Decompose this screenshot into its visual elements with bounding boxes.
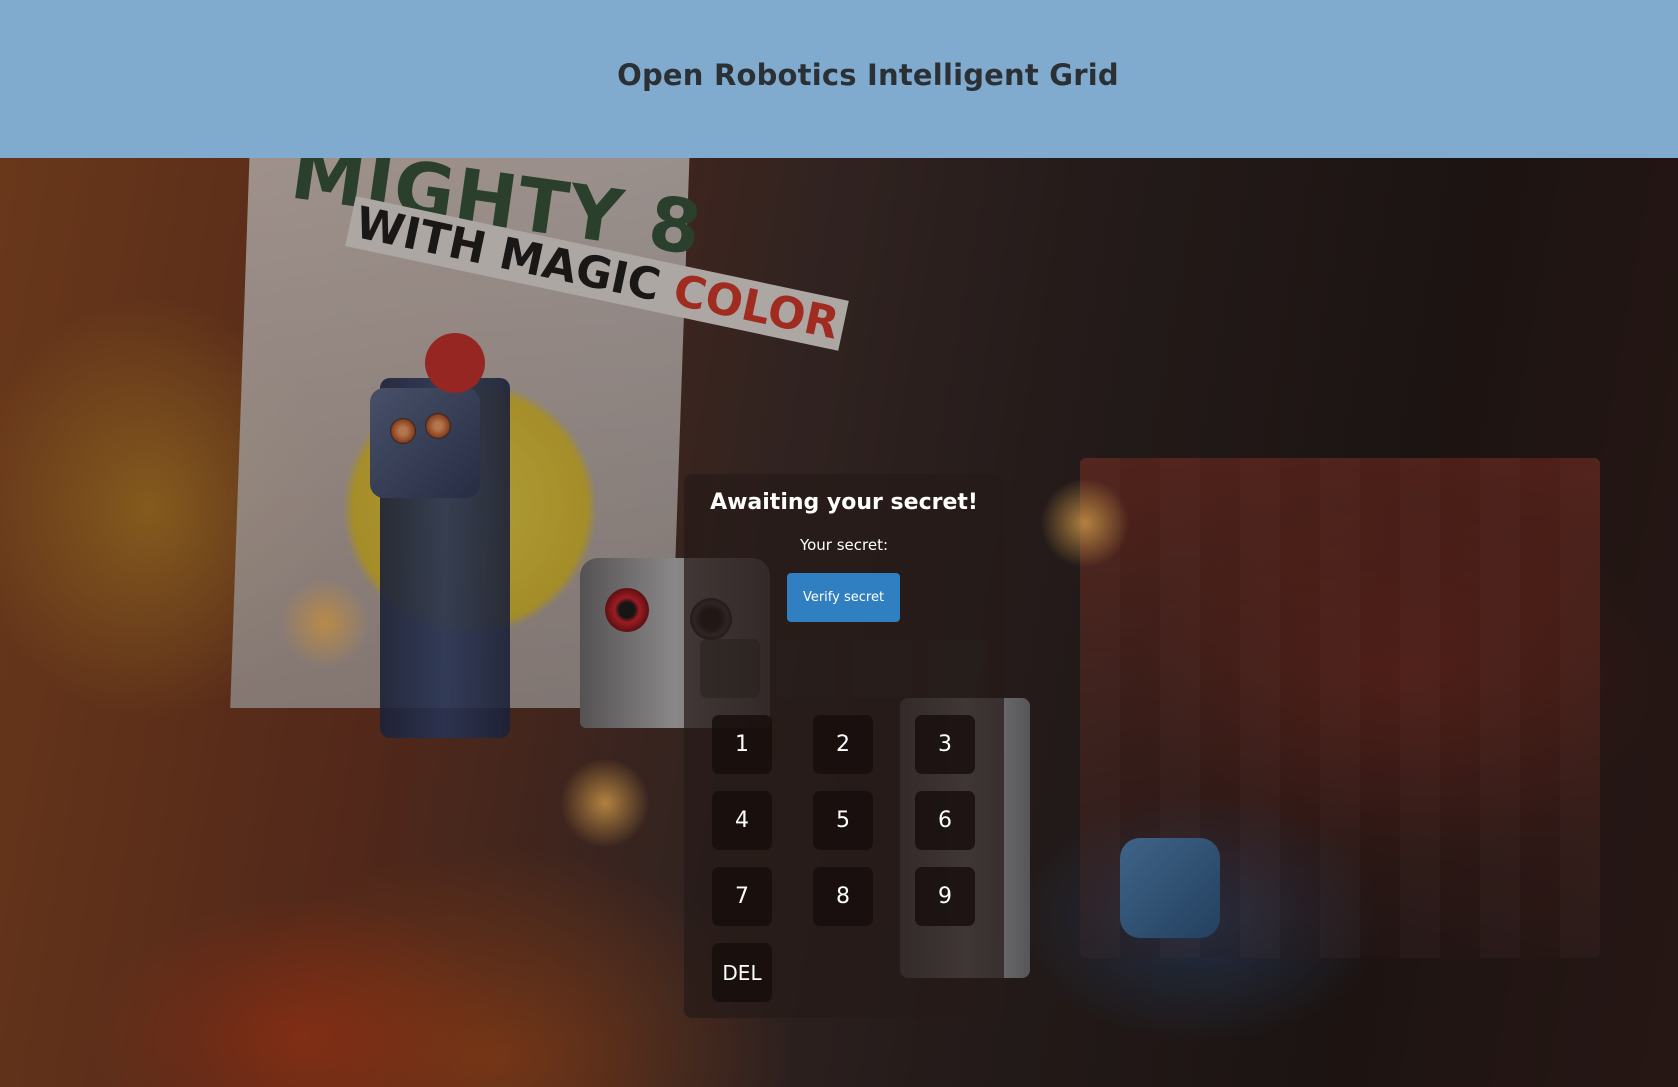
panel-title: Awaiting your secret! [710,490,978,515]
keypad-key-6[interactable]: 6 [915,791,975,850]
keypad-key-9[interactable]: 9 [915,867,975,926]
keypad-key-4[interactable]: 4 [712,791,772,850]
keypad-key-7[interactable]: 7 [712,867,772,926]
keypad-key-1[interactable]: 1 [712,715,772,774]
secret-entry-panel: Awaiting your secret! Your secret: Verif… [684,474,1004,1018]
keypad-key-8[interactable]: 8 [813,867,873,926]
secret-digit-slot-4 [928,639,988,698]
keypad-key-3[interactable]: 3 [915,715,975,774]
keypad-key-5[interactable]: 5 [813,791,873,850]
secret-digit-slot-2 [776,639,836,698]
secret-digit-slot-1 [700,639,760,698]
secret-digit-slot-3 [852,639,912,698]
verify-secret-button[interactable]: Verify secret [787,573,900,622]
keypad-delete-button[interactable]: DEL [712,943,772,1002]
page-title: Open Robotics Intelligent Grid [617,58,1119,92]
secret-label: Your secret: [799,536,889,554]
keypad-key-2[interactable]: 2 [813,715,873,774]
page-header: Open Robotics Intelligent Grid [0,0,1678,158]
